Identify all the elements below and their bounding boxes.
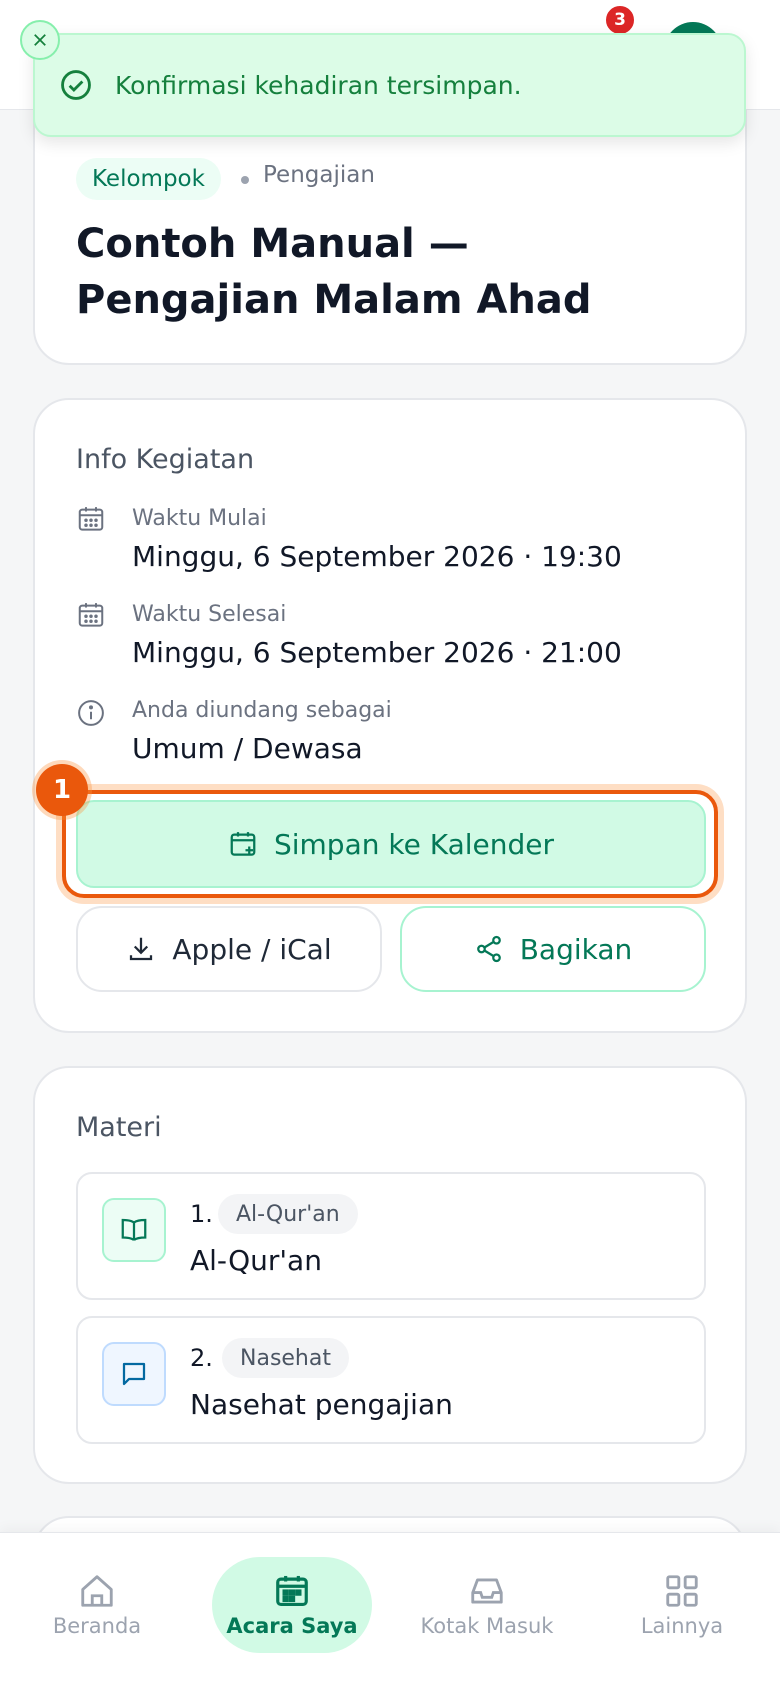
notification-badge[interactable]: 3 — [604, 4, 636, 36]
bottom-nav: Beranda Acara Saya Kotak Masuk Lainnya — [0, 1532, 780, 1688]
materi-text: Nasehat pengajian — [190, 1388, 453, 1421]
nav-item-kotak-masuk[interactable]: Kotak Masuk — [407, 1557, 567, 1653]
grid-icon — [666, 1575, 698, 1607]
materi-card: Materi 1. Al-Qur'an Al-Qur'an 2. Nasehat… — [33, 1066, 747, 1484]
separator-dot — [241, 176, 249, 184]
nav-label: Acara Saya — [226, 1614, 358, 1638]
save-to-calendar-button[interactable]: Simpan ke Kalender — [76, 800, 706, 888]
nav-item-lainnya[interactable]: Lainnya — [602, 1557, 762, 1653]
toast-close-button[interactable] — [20, 20, 60, 60]
share-label: Bagikan — [519, 932, 633, 966]
end-time-value: Minggu, 6 September 2026 · 21:00 — [132, 636, 622, 669]
check-circle-icon — [61, 70, 91, 100]
close-icon — [34, 34, 46, 46]
apple-ical-label: Apple / iCal — [172, 932, 332, 966]
message-icon — [102, 1342, 166, 1406]
list-item[interactable]: 2. Nasehat Nasehat pengajian — [76, 1316, 706, 1444]
save-to-calendar-label: Simpan ke Kalender — [273, 827, 555, 861]
nav-label: Beranda — [52, 1614, 142, 1638]
invite-label: Anda diundang sebagai — [132, 698, 392, 723]
home-icon — [81, 1575, 113, 1607]
invite-value: Umum / Dewasa — [132, 732, 363, 765]
share-button[interactable]: Bagikan — [400, 906, 706, 992]
nav-label: Lainnya — [640, 1614, 724, 1638]
success-toast: Konfirmasi kehadiran tersimpan. — [33, 33, 746, 137]
calendar-plus-icon — [230, 832, 256, 856]
apple-ical-button[interactable]: Apple / iCal — [76, 906, 382, 992]
page-title: Contoh Manual — Pengajian Malam Ahad — [76, 221, 592, 323]
materi-text: Al-Qur'an — [190, 1244, 322, 1277]
start-time-value: Minggu, 6 September 2026 · 19:30 — [132, 540, 622, 573]
inbox-icon — [471, 1578, 503, 1604]
download-icon — [130, 937, 153, 961]
materi-number: 2. — [190, 1344, 213, 1372]
end-time-label: Waktu Selesai — [132, 602, 287, 627]
event-tag: Kelompok — [76, 158, 221, 200]
calendar-icon — [78, 507, 104, 531]
materi-tag: Nasehat — [222, 1338, 349, 1378]
info-card: Info Kegiatan Waktu Mulai Minggu, 6 Sept… — [33, 398, 747, 1033]
toast-message: Konfirmasi kehadiran tersimpan. — [115, 70, 522, 100]
materi-number: 1. — [190, 1200, 213, 1228]
event-header-card: Kelompok Pengajian Contoh Manual — Penga… — [33, 110, 747, 365]
nav-item-beranda[interactable]: Beranda — [17, 1557, 177, 1653]
book-icon — [102, 1198, 166, 1262]
calendar-icon — [276, 1575, 308, 1607]
list-item[interactable]: 1. Al-Qur'an Al-Qur'an — [76, 1172, 706, 1300]
start-time-label: Waktu Mulai — [132, 506, 267, 531]
nav-item-acara-saya[interactable]: Acara Saya — [212, 1557, 372, 1653]
materi-tag: Al-Qur'an — [218, 1194, 358, 1234]
materi-section-title: Materi — [76, 1112, 162, 1143]
nav-label: Kotak Masuk — [420, 1614, 554, 1638]
calendar-icon — [78, 603, 104, 627]
info-section-title: Info Kegiatan — [76, 444, 255, 475]
event-category: Pengajian — [263, 162, 375, 188]
share-icon — [476, 935, 501, 963]
info-icon — [78, 700, 104, 726]
step-marker: 1 — [36, 764, 88, 816]
